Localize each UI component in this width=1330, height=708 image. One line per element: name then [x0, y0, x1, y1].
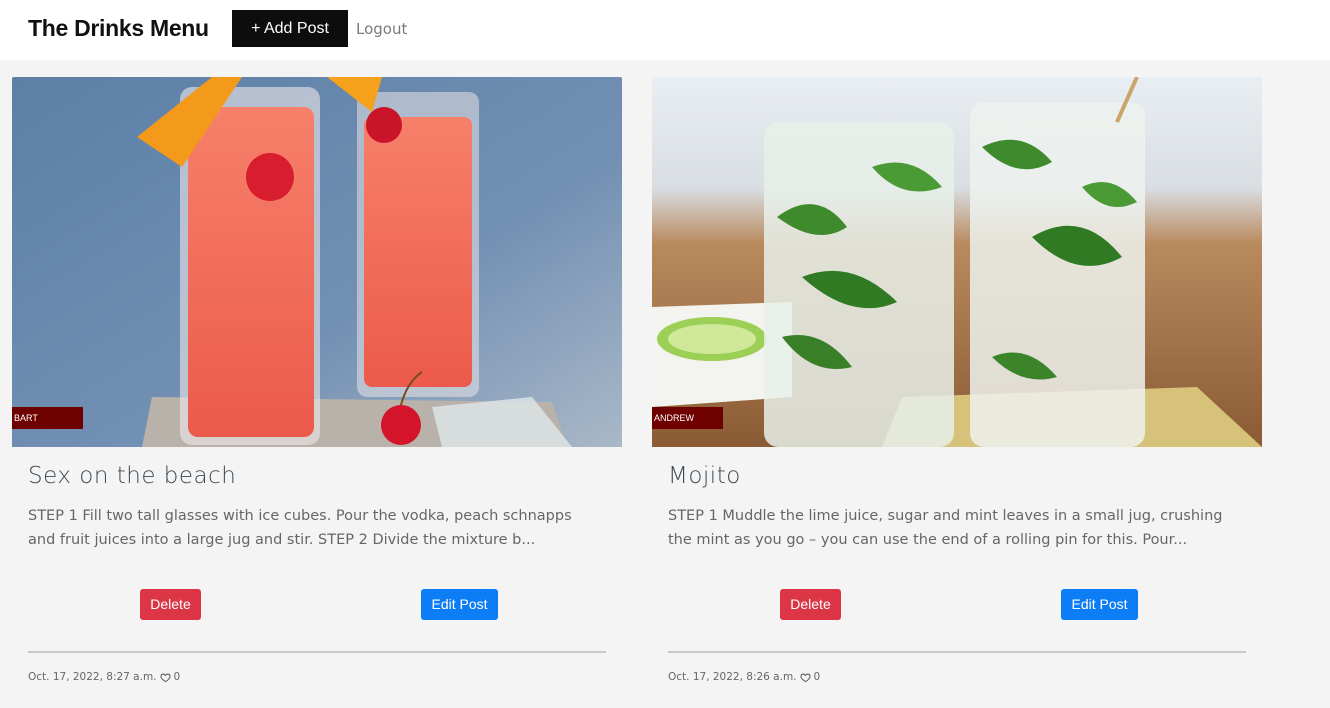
post-excerpt: STEP 1 Muddle the lime juice, sugar and …: [668, 508, 1223, 548]
delete-button[interactable]: Delete: [780, 589, 841, 620]
heart-icon[interactable]: [159, 672, 171, 683]
post-image[interactable]: BART: [12, 77, 622, 447]
author-badge: ANDREW: [652, 407, 723, 429]
post-date: Oct. 17, 2022, 8:27 a.m.: [28, 671, 157, 683]
post-image[interactable]: ANDREW: [652, 77, 1262, 447]
post-card: ANDREW Mojito STEP 1 Muddle the lime jui…: [652, 77, 1262, 708]
post-meta: Oct. 17, 2022, 8:27 a.m. 0: [28, 671, 180, 683]
add-post-button[interactable]: + Add Post: [232, 10, 348, 47]
red-cocktail-photo: [12, 77, 622, 447]
logout-link[interactable]: Logout: [356, 20, 407, 38]
author-badge: BART: [12, 407, 83, 429]
divider: [668, 651, 1246, 653]
edit-post-button[interactable]: Edit Post: [421, 589, 498, 620]
post-title[interactable]: Mojito: [668, 463, 741, 489]
post-excerpt: STEP 1 Fill two tall glasses with ice cu…: [28, 508, 572, 548]
navbar: The Drinks Menu + Add Post Logout: [0, 0, 1330, 60]
heart-icon[interactable]: [799, 672, 811, 683]
post-title[interactable]: Sex on the beach: [28, 463, 236, 489]
like-count: 0: [813, 671, 821, 683]
mojito-photo: [652, 77, 1262, 447]
post-date: Oct. 17, 2022, 8:26 a.m.: [668, 671, 797, 683]
divider: [28, 651, 606, 653]
edit-post-button[interactable]: Edit Post: [1061, 589, 1138, 620]
brand-title[interactable]: The Drinks Menu: [28, 15, 209, 42]
post-card: BART Sex on the beach STEP 1 Fill two ta…: [12, 77, 622, 708]
delete-button[interactable]: Delete: [140, 589, 201, 620]
like-count: 0: [173, 671, 181, 683]
post-meta: Oct. 17, 2022, 8:26 a.m. 0: [668, 671, 820, 683]
